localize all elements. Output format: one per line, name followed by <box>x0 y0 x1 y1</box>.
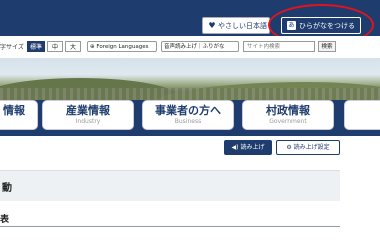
yasashii-nihongo-label: やさしい日本語 <box>218 21 267 30</box>
landscape-banner <box>0 58 380 100</box>
search-button[interactable]: 検索 <box>318 41 336 52</box>
nav-item-sublabel: Business <box>174 118 202 125</box>
nav-item-label: 産業情報 <box>66 104 110 117</box>
read-aloud-hiragana-button[interactable]: 音声読み上げ｜ふりがな <box>161 41 239 52</box>
yasashii-nihongo-button[interactable]: ♥ やさしい日本語 <box>202 17 270 34</box>
foreign-languages-button[interactable]: ⊕ Foreign Languages <box>87 41 157 52</box>
nav-item-business[interactable]: 事業者の方へ Business <box>142 100 234 130</box>
site-search-input[interactable] <box>243 41 315 52</box>
nav-item-sublabel: Government <box>269 118 307 125</box>
read-aloud-settings-label: 読み上げ設定 <box>293 144 330 151</box>
utility-toolbar: 字サイズ 標準 中 大 ⊕ Foreign Languages 音声読み上げ｜ふ… <box>0 36 380 58</box>
read-aloud-settings-button[interactable]: ⚙ 読み上げ設定 <box>276 140 340 155</box>
nav-item-government[interactable]: 村政情報 Government <box>242 100 334 130</box>
font-size-label: 字サイズ <box>0 44 24 51</box>
heart-icon: ♥ <box>208 21 216 30</box>
nav-item-label: 村政情報 <box>266 104 310 117</box>
font-size-standard-button[interactable]: 標準 <box>27 41 45 52</box>
read-aloud-button[interactable]: ◀) 読み上げ <box>224 140 272 155</box>
page-margin <box>344 158 380 240</box>
main-navigation: 情報 産業情報 Industry 事業者の方へ Business 村政情報 Go… <box>0 100 380 136</box>
font-size-medium-button[interactable]: 中 <box>47 41 63 52</box>
section-divider <box>0 226 340 227</box>
page-title: 動 <box>2 183 12 194</box>
nav-item-label: 情報 <box>3 104 25 117</box>
speaker-icon: ◀) <box>231 144 239 151</box>
nav-item-sublabel: Industry <box>75 118 101 125</box>
foreign-languages-label: Foreign Languages <box>96 44 149 50</box>
nav-item-label: 事業者の方へ <box>155 104 221 117</box>
nav-item-info[interactable]: 情報 <box>0 100 38 130</box>
nav-item-industry[interactable]: 産業情報 Industry <box>42 100 134 130</box>
font-size-large-button[interactable]: 大 <box>65 41 81 52</box>
gear-icon: ⚙ <box>286 144 292 151</box>
read-aloud-label: 読み上げ <box>240 144 265 151</box>
section-heading: 表 <box>0 215 10 225</box>
nav-item-partial[interactable] <box>344 100 380 130</box>
globe-icon: ⊕ <box>90 44 95 50</box>
banner-town <box>0 88 380 100</box>
page-title-box: 動 <box>0 170 340 201</box>
